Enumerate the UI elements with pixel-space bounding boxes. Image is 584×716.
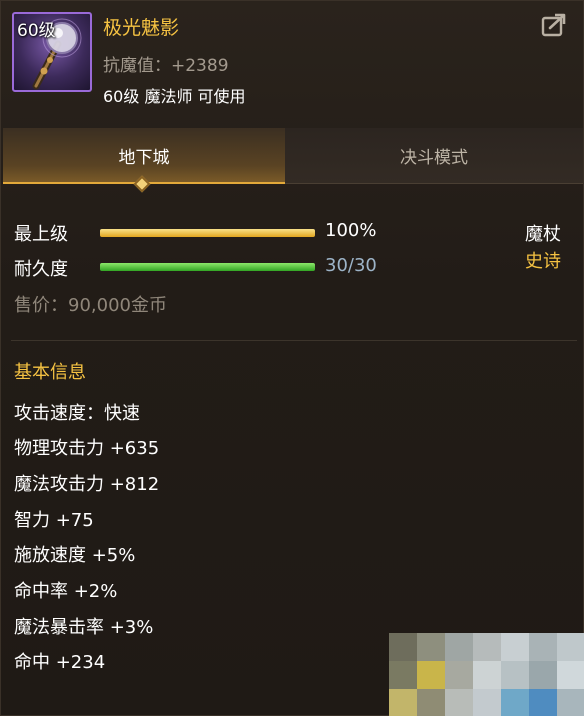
item-tooltip-panel: 60级 极光魅影 抗魔值：+2389 60级 魔法师 可使用 地下城 决斗模式 …: [0, 0, 584, 716]
stat-line: 命中 +234: [14, 652, 106, 673]
section-divider: [11, 340, 577, 341]
upgrade-label: 最上级: [14, 224, 68, 245]
rarity-label: 史诗: [525, 251, 561, 272]
stat-line: 魔法攻击力 +812: [14, 474, 160, 495]
stat-line: 魔法暴击率 +3%: [14, 617, 154, 638]
tab-dungeon[interactable]: 地下城: [3, 128, 285, 184]
usable-requirement: 60级 魔法师 可使用: [103, 87, 246, 106]
stat-line: 智力 +75: [14, 510, 94, 531]
sell-price: 售价：90,000金币: [14, 295, 167, 316]
staff-icon: 60级: [12, 12, 92, 92]
stat-line: 物理攻击力 +635: [14, 438, 160, 459]
durability-label: 耐久度: [14, 259, 68, 280]
durability-bar-fill: [100, 263, 315, 271]
weapon-type: 魔杖: [525, 224, 561, 245]
stat-line: 施放速度 +5%: [14, 545, 136, 566]
tab-dungeon-label: 地下城: [118, 147, 170, 168]
stat-line: 攻击速度：快速: [14, 403, 140, 424]
mode-tabs: 地下城 决斗模式: [1, 128, 584, 184]
durability-value: 30/30: [325, 255, 377, 276]
magic-resist-value: 抗魔值：+2389: [103, 56, 229, 76]
upgrade-value: 100%: [325, 220, 377, 241]
item-name: 极光魅影: [103, 17, 180, 39]
tab-duel-label: 决斗模式: [400, 148, 468, 168]
item-level-badge: 60级: [17, 21, 56, 41]
basic-info-title: 基本信息: [14, 362, 86, 383]
item-header: 60级 极光魅影 抗魔值：+2389 60级 魔法师 可使用: [1, 1, 584, 119]
durability-bar: [100, 263, 315, 271]
upgrade-bar: [100, 229, 315, 237]
share-icon[interactable]: [541, 13, 567, 37]
tab-duel[interactable]: 决斗模式: [285, 128, 583, 184]
upgrade-bar-fill: [100, 229, 315, 237]
stat-line: 命中率 +2%: [14, 581, 118, 602]
